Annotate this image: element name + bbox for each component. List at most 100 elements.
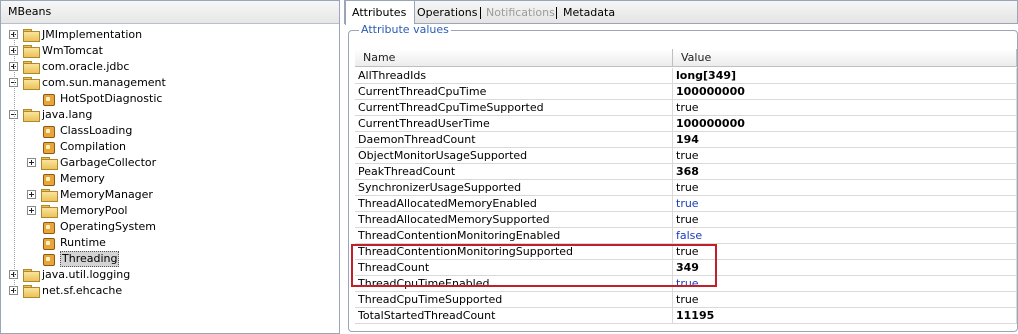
- attribute-value: true: [673, 180, 1017, 196]
- attribute-row[interactable]: ObjectMonitorUsageSupported true: [353, 148, 1017, 164]
- folder-icon: [23, 29, 40, 42]
- folder-icon: [23, 77, 40, 90]
- attribute-value: true: [673, 100, 1017, 116]
- attribute-row[interactable]: CurrentThreadUserTime 100000000: [353, 116, 1017, 132]
- tree-node-label[interactable]: com.oracle.jdbc: [42, 59, 129, 75]
- tree-node-label[interactable]: OperatingSystem: [60, 219, 156, 235]
- attribute-row[interactable]: DaemonThreadCount 194: [353, 132, 1017, 148]
- mbean-icon: [41, 236, 55, 250]
- expand-icon[interactable]: [27, 190, 36, 199]
- attribute-row[interactable]: TotalStartedThreadCount 11195: [353, 308, 1017, 324]
- tree-node-label[interactable]: net.sf.ehcache: [42, 283, 122, 299]
- attribute-name: AllThreadIds: [355, 68, 673, 84]
- attribute-row[interactable]: ThreadContentionMonitoringEnabled false: [353, 228, 1017, 244]
- tree-node-label[interactable]: HotSpotDiagnostic: [60, 91, 162, 107]
- folder-icon: [23, 285, 40, 298]
- attribute-row[interactable]: CurrentThreadCpuTime 100000000: [353, 84, 1017, 100]
- attribute-name: ThreadCpuTimeEnabled: [355, 276, 673, 292]
- attribute-name: ThreadContentionMonitoringEnabled: [355, 228, 673, 244]
- attribute-row[interactable]: ThreadAllocatedMemorySupported true: [353, 212, 1017, 228]
- detail-tabs: Attributes Operations Notifications Meta…: [344, 0, 1018, 25]
- attribute-row[interactable]: ThreadContentionMonitoringSupported true: [353, 244, 1017, 260]
- folder-icon: [23, 61, 40, 74]
- attribute-value: 100000000: [673, 116, 1017, 132]
- tree-node-label[interactable]: java.util.logging: [42, 267, 130, 283]
- tree-node-label[interactable]: Memory: [60, 171, 105, 187]
- tree-node-label[interactable]: GarbageCollector: [60, 155, 156, 171]
- tree-node-label[interactable]: Threading: [60, 251, 120, 267]
- folder-icon: [23, 45, 40, 58]
- attribute-name: CurrentThreadCpuTime: [355, 84, 673, 100]
- attribute-name: DaemonThreadCount: [355, 132, 673, 148]
- mbean-icon: [41, 140, 55, 154]
- attribute-row[interactable]: PeakThreadCount 368: [353, 164, 1017, 180]
- tab-separator: [480, 7, 481, 19]
- attribute-value[interactable]: false: [673, 228, 1017, 244]
- mbeans-panel: MBeans JMImplementation WmTomcat com.oracl…: [0, 0, 340, 334]
- tree-node-label[interactable]: ClassLoading: [60, 123, 132, 139]
- mbean-icon: [41, 172, 55, 186]
- attribute-value: true: [673, 148, 1017, 164]
- mbean-icon: [41, 252, 55, 266]
- folder-icon: [41, 189, 58, 202]
- attribute-name: PeakThreadCount: [355, 164, 673, 180]
- tree-node-label[interactable]: com.sun.management: [42, 75, 166, 91]
- attribute-value[interactable]: true: [673, 276, 1017, 292]
- attribute-value: true: [673, 244, 1017, 260]
- attribute-row[interactable]: SynchronizerUsageSupported true: [353, 180, 1017, 196]
- attribute-row[interactable]: ThreadAllocatedMemoryEnabled true: [353, 196, 1017, 212]
- tree-node-label[interactable]: Runtime: [60, 235, 106, 251]
- attribute-value: true: [673, 212, 1017, 228]
- attribute-value: 194: [673, 132, 1017, 148]
- attribute-name: CurrentThreadCpuTimeSupported: [355, 100, 673, 116]
- attribute-name: SynchronizerUsageSupported: [355, 180, 673, 196]
- tab-metadata[interactable]: Metadata: [563, 1, 615, 24]
- mbean-icon: [41, 124, 55, 138]
- folder-icon: [41, 205, 58, 218]
- expand-icon[interactable]: [27, 158, 36, 167]
- tree-node-label[interactable]: JMImplementation: [42, 27, 142, 43]
- attribute-row[interactable]: CurrentThreadCpuTimeSupported true: [353, 100, 1017, 116]
- folder-icon: [23, 269, 40, 282]
- attribute-value: 11195: [673, 308, 1017, 324]
- attribute-name: ThreadContentionMonitoringSupported: [355, 244, 673, 260]
- tree-node-label[interactable]: Compilation: [60, 139, 126, 155]
- attribute-value: 368: [673, 164, 1017, 180]
- attribute-name: ThreadAllocatedMemorySupported: [355, 212, 673, 228]
- tree-node-label[interactable]: WmTomcat: [42, 43, 103, 59]
- attribute-row[interactable]: AllThreadIds long[349]: [353, 68, 1017, 84]
- tab-operations[interactable]: Operations: [417, 1, 477, 24]
- expand-icon[interactable]: [27, 206, 36, 215]
- attribute-row[interactable]: ThreadCount 349: [353, 260, 1017, 276]
- attribute-value: true: [673, 292, 1017, 308]
- mbean-detail-panel: Attributes Operations Notifications Meta…: [344, 0, 1018, 334]
- tab-attributes[interactable]: Attributes: [345, 1, 415, 25]
- tree-node-label[interactable]: MemoryManager: [60, 187, 153, 203]
- folder-icon: [23, 109, 40, 122]
- mbeans-panel-title: MBeans: [1, 1, 339, 24]
- column-header-value[interactable]: Value: [673, 49, 1017, 67]
- attribute-name: ThreadCpuTimeSupported: [355, 292, 673, 308]
- attribute-value[interactable]: true: [673, 196, 1017, 212]
- tree-connector-line: [14, 32, 15, 291]
- column-header-name[interactable]: Name: [355, 49, 673, 67]
- attribute-value: long[349]: [673, 68, 1017, 84]
- attribute-value: 100000000: [673, 84, 1017, 100]
- tree-node-label[interactable]: java.lang: [42, 107, 92, 123]
- mbean-icon: [41, 92, 55, 106]
- attribute-value: 349: [673, 260, 1017, 276]
- attribute-row[interactable]: ThreadCpuTimeSupported true: [353, 292, 1017, 308]
- attribute-name: TotalStartedThreadCount: [355, 308, 673, 324]
- attribute-values-group: Attribute values Name Value AllThreadIds…: [348, 24, 1018, 332]
- attribute-name: CurrentThreadUserTime: [355, 116, 673, 132]
- tab-separator: [556, 7, 557, 19]
- attribute-name: ObjectMonitorUsageSupported: [355, 148, 673, 164]
- attribute-values-title: Attribute values: [359, 23, 451, 36]
- mbean-icon: [41, 220, 55, 234]
- tab-notifications: Notifications: [486, 6, 555, 19]
- attribute-name: ThreadAllocatedMemoryEnabled: [355, 196, 673, 212]
- folder-icon: [41, 157, 58, 170]
- attribute-name: ThreadCount: [355, 260, 673, 276]
- tree-node-label[interactable]: MemoryPool: [60, 203, 128, 219]
- attribute-row[interactable]: ThreadCpuTimeEnabled true: [353, 276, 1017, 292]
